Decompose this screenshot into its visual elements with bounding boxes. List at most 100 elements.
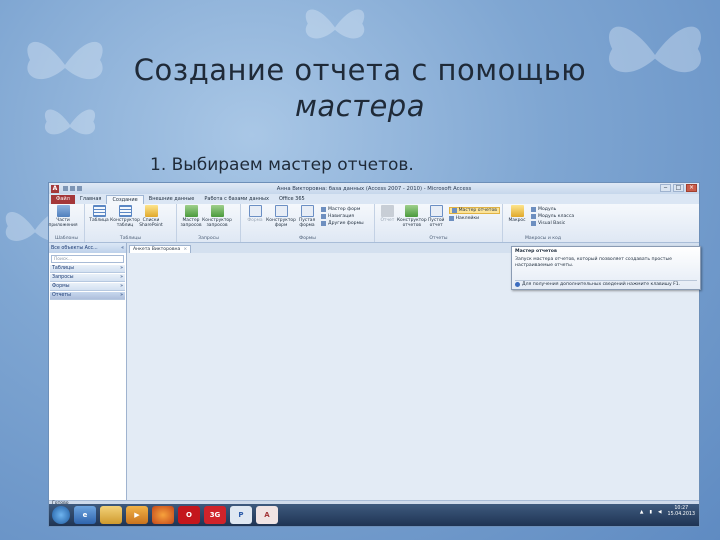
ribbon-group-reports: Отчет Конструктор отчетов Пустой отчет М… <box>375 204 503 242</box>
clock[interactable]: 10:27 15.04.2013 <box>668 506 695 518</box>
blank-report-label: Пустой отчет <box>427 218 445 228</box>
module-label: Модуль <box>538 207 557 212</box>
more-forms-icon <box>321 221 326 226</box>
minimize-button[interactable]: ‒ <box>660 184 671 192</box>
tooltip-title: Мастер отчетов <box>515 249 557 254</box>
windows-taskbar: e ▶ O 3G P A ▲ ▮ ◀ 10:27 15.04.2013 <box>49 504 699 526</box>
tab-file[interactable]: Файл <box>51 195 75 204</box>
sharepoint-lists-label: Списки SharePoint <box>139 218 163 228</box>
group-label-forms: Формы <box>299 236 316 241</box>
ribbon-group-tables: Таблица Конструктор таблиц Списки ShareP… <box>85 204 177 242</box>
slide-title-line1: Создание отчета с помощью <box>133 53 587 87</box>
group-label-templates: Шаблоны <box>55 236 78 241</box>
nav-item-queries[interactable]: Запросы » <box>50 274 125 282</box>
nav-item-reports[interactable]: Отчеты » <box>50 292 125 300</box>
navigation-button[interactable]: Навигация <box>321 214 364 219</box>
table-label: Таблица <box>89 218 109 223</box>
labels-icon <box>448 216 454 221</box>
table-design-label: Конструктор таблиц <box>110 218 140 228</box>
nav-item-forms[interactable]: Формы » <box>50 283 125 291</box>
report-wizard-label: Мастер отчетов <box>458 208 497 213</box>
class-module-icon <box>531 214 536 219</box>
tooltip-help-text: Для получения дополнительных сведений на… <box>522 282 681 287</box>
class-module-button[interactable]: Модуль класса <box>531 214 574 219</box>
group-label-macros: Макросы и код <box>524 236 562 241</box>
network-icon[interactable]: ▮ <box>649 510 652 515</box>
group-label-tables: Таблицы <box>119 236 142 241</box>
butterfly-decoration <box>27 41 103 80</box>
form-wizard-icon <box>321 207 326 212</box>
more-forms-label: Другие формы <box>328 221 364 226</box>
labels-label: Наклейки <box>455 216 480 221</box>
explorer-icon[interactable] <box>100 506 122 524</box>
maximize-button[interactable]: □ <box>673 184 684 192</box>
ribbon-group-macros: Макрос Модуль Модуль класса Visual Basic… <box>503 204 583 242</box>
window-controls: ‒ □ × <box>660 184 697 192</box>
nav-item-label: Формы <box>52 284 70 289</box>
publisher-icon[interactable]: P <box>230 506 252 524</box>
module-button[interactable]: Модуль <box>531 207 574 212</box>
ribbon-tabs: Файл Главная Создание Внешние данные Раб… <box>49 194 699 204</box>
chevron-down-icon: » <box>120 293 123 298</box>
system-tray: ▲ ▮ ◀ 10:27 15.04.2013 <box>640 506 695 518</box>
firefox-icon[interactable] <box>152 506 174 524</box>
close-button[interactable]: × <box>686 184 697 192</box>
clock-date: 15.04.2013 <box>667 512 695 517</box>
internet-explorer-icon[interactable]: e <box>74 506 96 524</box>
nav-item-tables[interactable]: Таблицы » <box>50 265 125 273</box>
document-tab[interactable]: Анкета Викторовна × <box>129 245 192 253</box>
form-wizard-button[interactable]: Мастер форм <box>321 207 364 212</box>
ribbon-group-queries: Мастер запросов Конструктор запросов Зап… <box>177 204 241 242</box>
more-forms-button[interactable]: Другие формы <box>321 221 364 226</box>
nav-pane-title: Все объекты Acc... <box>51 245 98 251</box>
report-label: Отчет <box>380 218 395 223</box>
form-design-label: Конструктор форм <box>266 218 296 228</box>
slide: Создание отчета с помощью мастера 1. Выб… <box>0 0 720 540</box>
tab-home[interactable]: Главная <box>75 195 107 204</box>
nav-item-label: Запросы <box>52 275 74 280</box>
chevron-down-icon: » <box>120 275 123 280</box>
butterfly-decoration <box>44 109 96 135</box>
report-wizard-button[interactable]: Мастер отчетов <box>448 207 500 214</box>
module-icon <box>531 207 536 212</box>
tab-external-data[interactable]: Внешние данные <box>144 195 200 204</box>
butterfly-decoration <box>305 9 365 39</box>
start-button[interactable] <box>52 506 70 524</box>
navigation-label: Навигация <box>328 214 355 219</box>
slide-title: Создание отчета с помощью мастера <box>100 52 620 124</box>
chevron-down-icon: » <box>120 266 123 271</box>
query-wizard-icon <box>184 205 198 217</box>
access-taskbar-icon[interactable]: A <box>256 506 278 524</box>
application-parts-label: Части приложения <box>48 218 78 228</box>
collapse-icon[interactable]: « <box>121 246 124 251</box>
chevron-down-icon: » <box>120 284 123 289</box>
tab-office-365[interactable]: Office 365 <box>274 195 310 204</box>
labels-button[interactable]: Наклейки <box>448 216 500 221</box>
form-icon <box>248 205 262 217</box>
visual-basic-label: Visual Basic <box>538 221 566 226</box>
access-label: A <box>264 511 270 519</box>
close-tab-icon[interactable]: × <box>183 246 187 253</box>
help-icon <box>515 282 520 287</box>
navigation-icon <box>321 214 326 219</box>
query-wizard-label: Мастер запросов <box>180 218 202 228</box>
volume-icon[interactable]: ◀ <box>658 510 662 515</box>
nav-pane-header[interactable]: Все объекты Acc... « <box>49 243 126 253</box>
publisher-label: P <box>238 511 244 519</box>
tooltip-help: Для получения дополнительных сведений на… <box>515 280 697 287</box>
3g-modem-icon[interactable]: 3G <box>204 506 226 524</box>
report-wizard-icon <box>451 208 457 213</box>
opera-icon[interactable]: O <box>178 506 200 524</box>
visual-basic-button[interactable]: Visual Basic <box>531 221 574 226</box>
visual-basic-icon <box>531 221 536 226</box>
tab-database-tools[interactable]: Работа с базами данных <box>199 195 274 204</box>
group-label-queries: Запросы <box>198 236 219 241</box>
language-icon[interactable]: ▲ <box>640 510 644 515</box>
class-module-label: Модуль класса <box>538 214 575 219</box>
media-player-icon[interactable]: ▶ <box>126 506 148 524</box>
table-design-icon <box>118 205 132 217</box>
nav-search-input[interactable]: Поиск... <box>51 255 124 263</box>
access-window: A Анна Викторовна: база данных (Access 2… <box>48 182 701 527</box>
blank-report-icon <box>429 205 443 217</box>
tab-create[interactable]: Создание <box>106 195 144 204</box>
